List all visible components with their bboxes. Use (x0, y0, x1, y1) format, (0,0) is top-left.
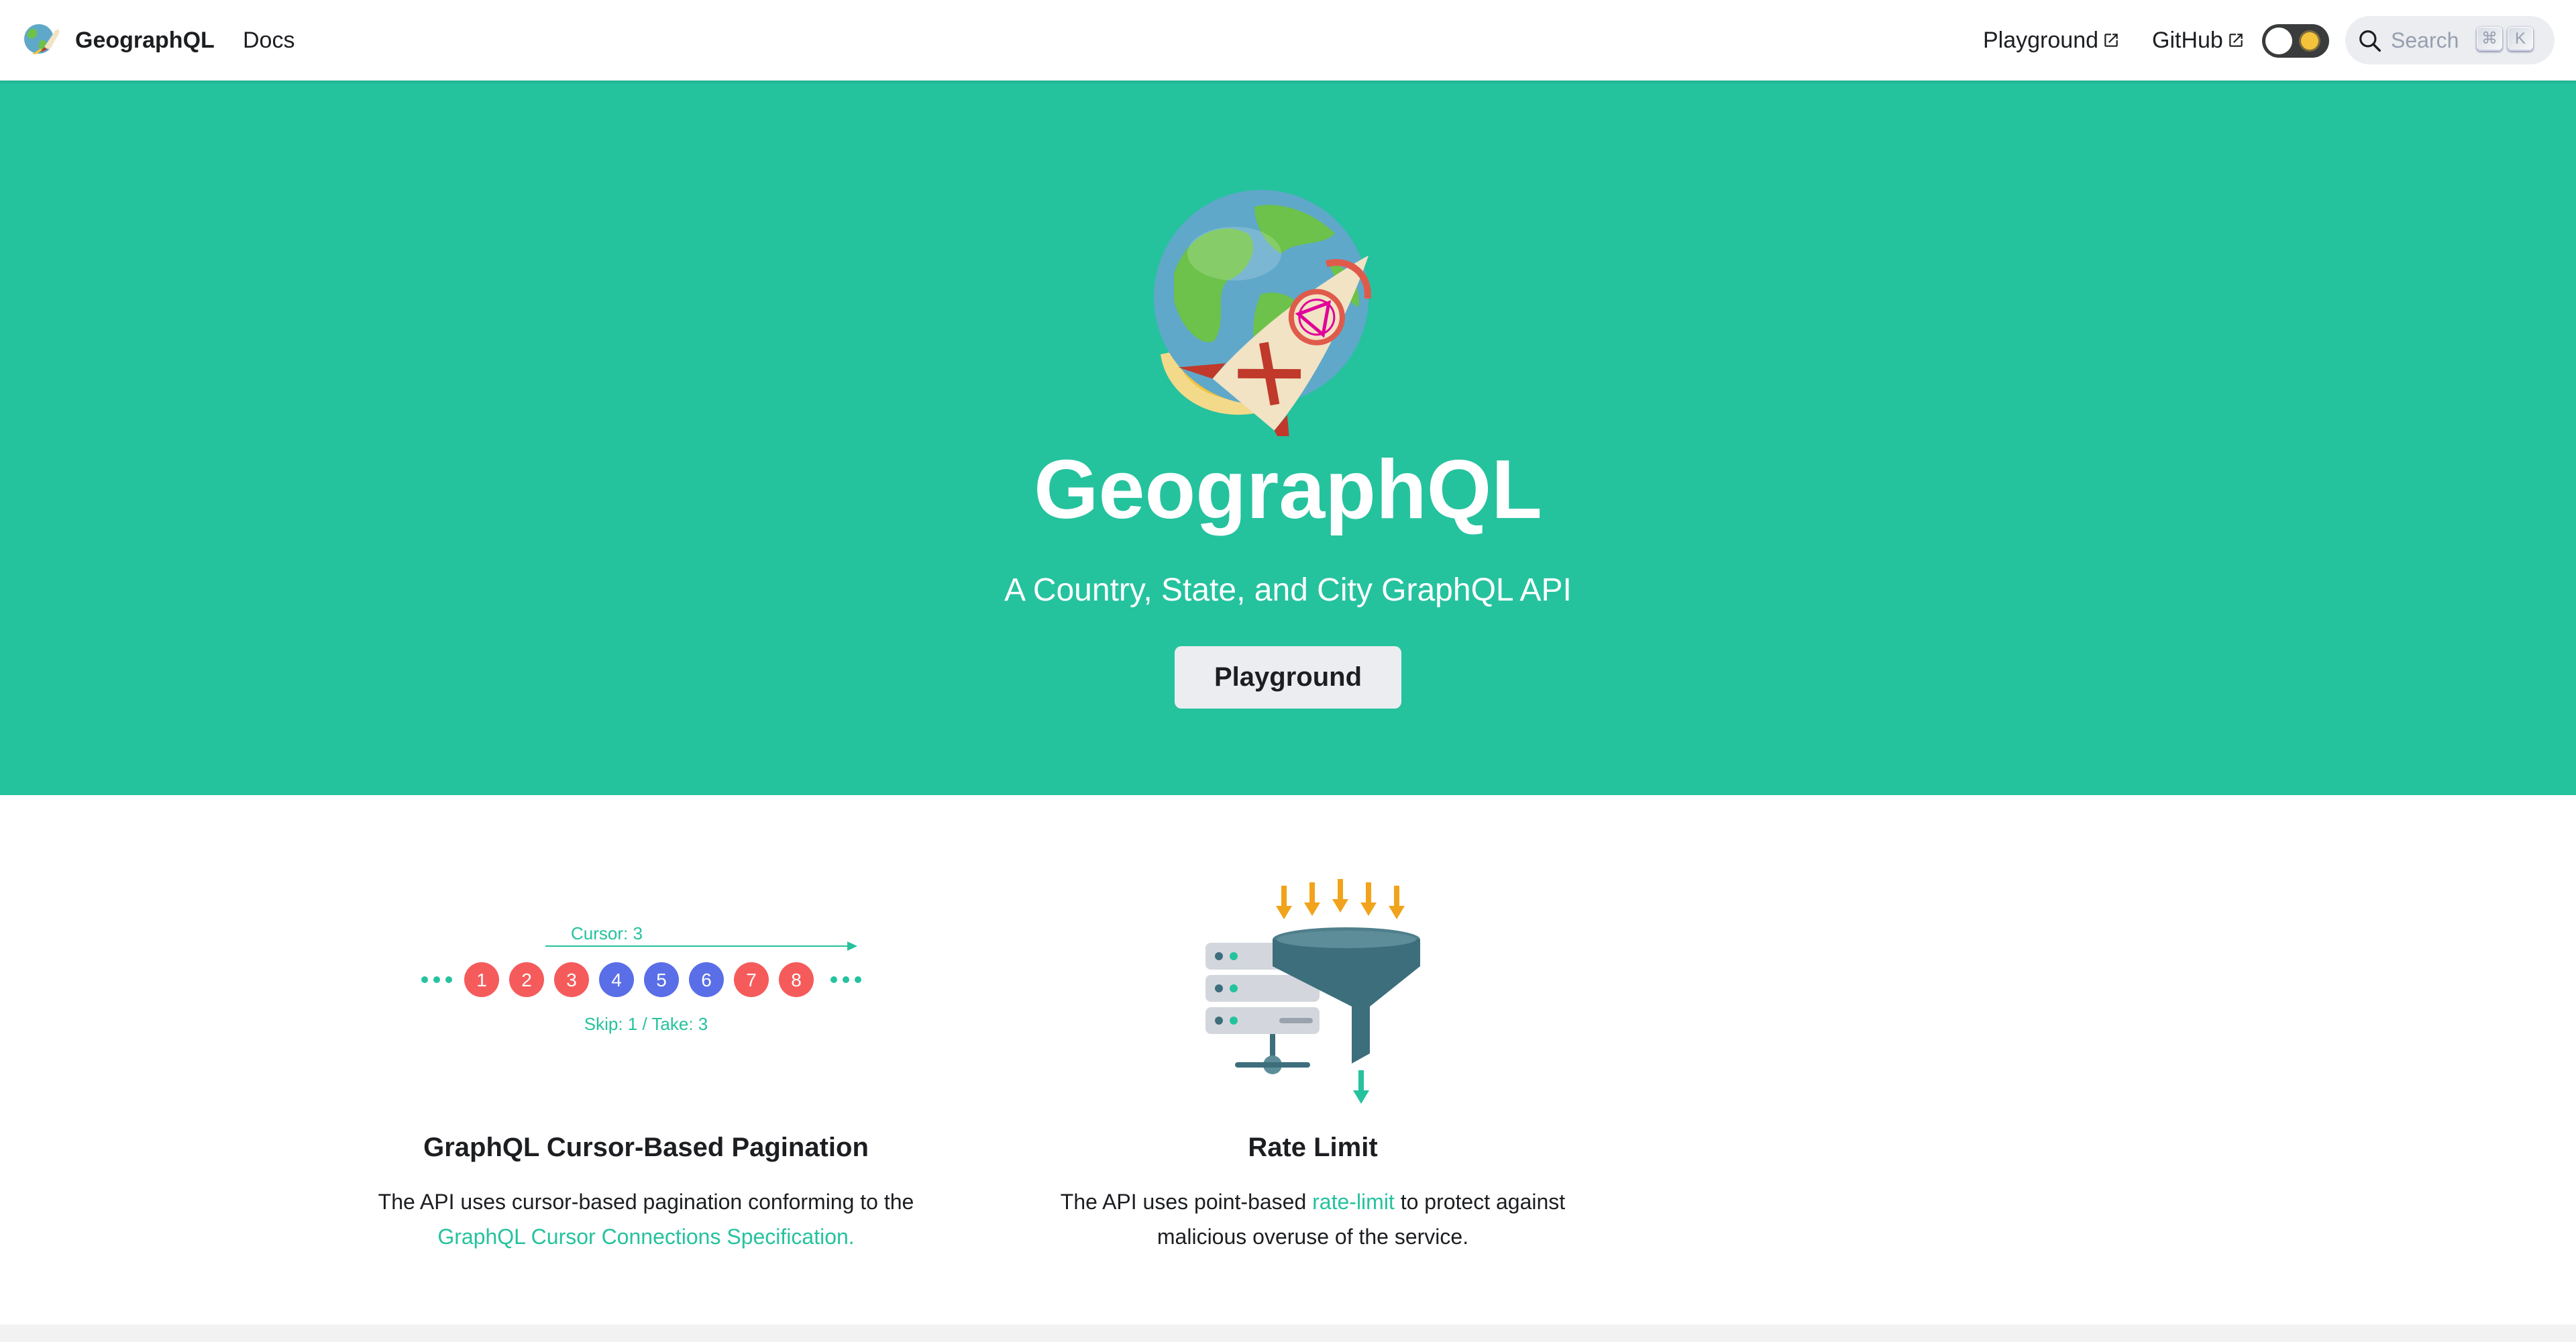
feature-desc-text: The API uses cursor-based pagination con… (378, 1190, 914, 1214)
external-link-icon (2229, 34, 2243, 47)
pagination-item: 6 (689, 962, 724, 997)
nav-playground-label: Playground (1983, 28, 2099, 53)
search-button[interactable]: Search ⌘ K (2345, 16, 2555, 64)
hero-subtitle: A Country, State, and City GraphQL API (1004, 572, 1572, 608)
cursor-spec-link[interactable]: GraphQL Cursor Connections Specification… (437, 1225, 854, 1249)
pagination-item: 1 (464, 962, 499, 997)
left-ellipsis-dots (421, 976, 452, 983)
pagination-illustration: Cursor: 3 1 2 3 4 5 6 7 8 Skip: 1 / Take: 3 (421, 923, 861, 1034)
pagination-item: 5 (644, 962, 679, 997)
hero-title: GeographQL (1034, 444, 1542, 536)
pagination-item: 4 (599, 962, 634, 997)
toggle-knob (2265, 28, 2292, 54)
skip-take-label: Skip: 1 / Take: 3 (584, 1014, 708, 1034)
pagination-item: 7 (734, 962, 769, 997)
feature-description: The API uses cursor-based pagination con… (364, 1184, 928, 1254)
pagination-item: 2 (509, 962, 544, 997)
pagination-item-label: 2 (521, 970, 532, 990)
pagination-item-label: 6 (701, 970, 712, 990)
nav-docs-link[interactable]: Docs (243, 25, 294, 55)
sun-icon (2301, 32, 2318, 50)
nav-github-link[interactable]: GitHub (2152, 25, 2245, 55)
pagination-item-label: 8 (791, 970, 802, 990)
cursor-label: Cursor: 3 (571, 923, 643, 943)
logo-icon[interactable] (21, 20, 62, 60)
search-key-k: K (2508, 27, 2533, 51)
feature-title: GraphQL Cursor-Based Pagination (423, 1133, 869, 1162)
feature-description: The API uses point-based rate-limit to p… (1031, 1184, 1595, 1254)
nav-github-label: GitHub (2152, 28, 2223, 53)
outgoing-arrow-icon (1353, 1070, 1369, 1104)
playground-button[interactable]: Playground (1175, 646, 1401, 709)
incoming-arrows-icon (1276, 879, 1405, 919)
nav-playground-link[interactable]: Playground (1983, 25, 2120, 55)
search-key-cmd: ⌘ (2477, 27, 2502, 51)
rate-limit-illustration (1205, 879, 1420, 1104)
external-link-icon (2104, 34, 2118, 47)
pagination-item-label: 4 (611, 970, 622, 990)
pagination-item-label: 7 (746, 970, 757, 990)
search-icon (2359, 30, 2381, 52)
right-ellipsis-dots (830, 976, 861, 983)
pagination-items: 1 2 3 4 5 6 7 8 (464, 962, 814, 997)
feature-desc-before: The API uses point-based (1060, 1190, 1307, 1214)
pagination-item-label: 1 (476, 970, 487, 990)
footer-strip (0, 1325, 2576, 1342)
brand-link[interactable]: GeographQL (75, 25, 215, 55)
feature-title: Rate Limit (1248, 1133, 1378, 1162)
pagination-item: 8 (779, 962, 814, 997)
rate-limit-link[interactable]: rate-limit (1312, 1190, 1395, 1214)
pagination-item-label: 5 (656, 970, 667, 990)
pagination-item-label: 3 (566, 970, 577, 990)
hero-banner: GeographQL A Country, State, and City Gr… (0, 81, 2576, 795)
pagination-item: 3 (554, 962, 589, 997)
theme-toggle[interactable] (2262, 24, 2329, 58)
search-placeholder: Search (2391, 28, 2459, 52)
navbar: GeographQL Docs Playground GitHub Search… (0, 0, 2576, 81)
globe-rocket-logo-icon (1154, 190, 1371, 436)
